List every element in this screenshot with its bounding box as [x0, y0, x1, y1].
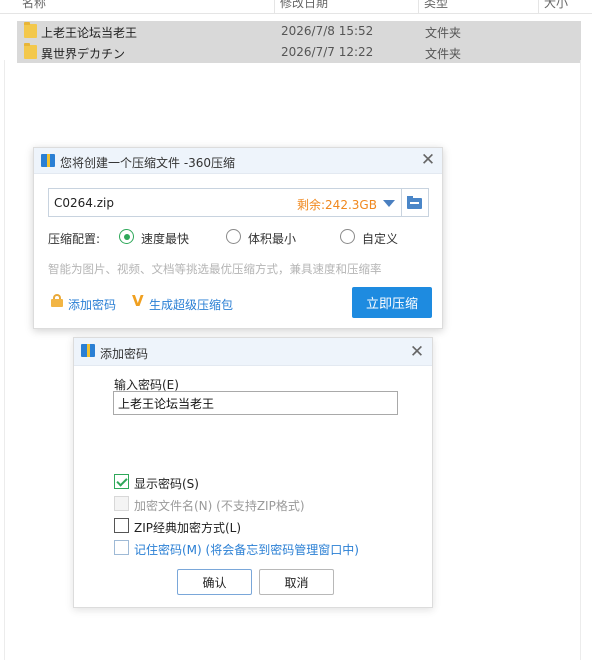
checkbox-label: 加密文件名(N) (不支持ZIP格式) — [134, 499, 305, 513]
password-dialog: 添加密码 ✕ 输入密码(E) 显示密码(S) 加密文件名(N) (不支持ZIP格… — [73, 337, 433, 608]
compress-now-button[interactable]: 立即压缩 — [352, 287, 432, 318]
divider — [401, 189, 402, 216]
cancel-button[interactable]: 取消 — [259, 569, 334, 595]
column-divider[interactable] — [418, 0, 419, 14]
ok-button[interactable]: 确认 — [177, 569, 252, 595]
file-type: 文件夹 — [425, 47, 462, 61]
dialog-titlebar[interactable]: 您将创建一个压缩文件 -360压缩 ✕ — [34, 148, 442, 174]
checkbox-icon — [114, 496, 129, 511]
column-type[interactable]: 类型 — [424, 0, 448, 11]
pane-border — [580, 60, 581, 660]
close-icon[interactable]: ✕ — [420, 152, 436, 169]
pane-border — [4, 60, 5, 660]
folder-icon — [24, 43, 37, 59]
folder-icon[interactable] — [407, 196, 423, 209]
dialog-title: 添加密码 — [100, 347, 149, 361]
file-name: 異世界デカチン — [41, 47, 126, 61]
column-size[interactable]: 大小 — [544, 0, 568, 11]
dialog-title: 您将创建一个压缩文件 -360压缩 — [60, 156, 236, 170]
lock-icon[interactable] — [51, 294, 63, 307]
column-divider[interactable] — [274, 0, 275, 14]
360zip-icon — [41, 154, 55, 167]
radio-icon — [226, 229, 241, 244]
dialog-titlebar[interactable]: 添加密码 ✕ — [74, 338, 432, 366]
checkbox-icon — [114, 540, 129, 555]
config-label: 压缩配置: — [48, 232, 101, 246]
compress-dialog: 您将创建一个压缩文件 -360压缩 ✕ C0264.zip 剩余:242.3GB… — [33, 147, 443, 329]
option-label: 体积最小 — [248, 232, 297, 246]
option-label: 速度最快 — [141, 232, 190, 246]
v-icon[interactable]: V — [132, 292, 144, 310]
archive-filename[interactable]: C0264.zip — [54, 196, 114, 210]
password-input[interactable] — [113, 391, 398, 415]
column-name[interactable]: 名称 — [22, 0, 46, 11]
column-divider[interactable] — [538, 0, 539, 14]
checkbox-label: ZIP经典加密方式(L) — [134, 521, 242, 535]
360zip-icon — [81, 344, 95, 357]
checkbox-checked-icon — [114, 474, 129, 489]
column-modified[interactable]: 修改日期 — [280, 0, 328, 11]
radio-icon — [340, 229, 355, 244]
checkbox-icon — [114, 518, 129, 533]
column-header: 名称 修改日期 类型 大小 — [0, 0, 592, 14]
checkbox-label: 显示密码(S) — [134, 477, 199, 491]
file-modified: 2026/7/8 15:52 — [281, 24, 374, 38]
file-modified: 2026/7/7 12:22 — [281, 45, 374, 59]
file-name: 上老王论坛当老王 — [41, 26, 138, 40]
close-icon[interactable]: ✕ — [409, 344, 425, 361]
radio-selected-icon — [119, 229, 134, 244]
chevron-down-icon[interactable] — [383, 200, 395, 207]
checkbox-label: 记住密码(M) (将会备忘到密码管理窗口中) — [134, 543, 359, 557]
option-label: 自定义 — [362, 232, 399, 246]
super-package-link[interactable]: 生成超级压缩包 — [149, 296, 233, 313]
compression-hint: 智能为图片、视频、文档等挑选最优压缩方式，兼具速度和压缩率 — [48, 262, 382, 276]
folder-icon — [24, 22, 37, 38]
free-space-label: 剩余:242.3GB — [297, 198, 377, 212]
add-password-link[interactable]: 添加密码 — [68, 296, 116, 313]
file-row[interactable]: 上老王论坛当老王 2026/7/8 15:52 文件夹 — [17, 21, 581, 42]
archive-path-field[interactable]: C0264.zip 剩余:242.3GB — [48, 188, 429, 217]
file-type: 文件夹 — [425, 26, 462, 40]
file-row[interactable]: 異世界デカチン 2026/7/7 12:22 文件夹 — [17, 42, 581, 63]
